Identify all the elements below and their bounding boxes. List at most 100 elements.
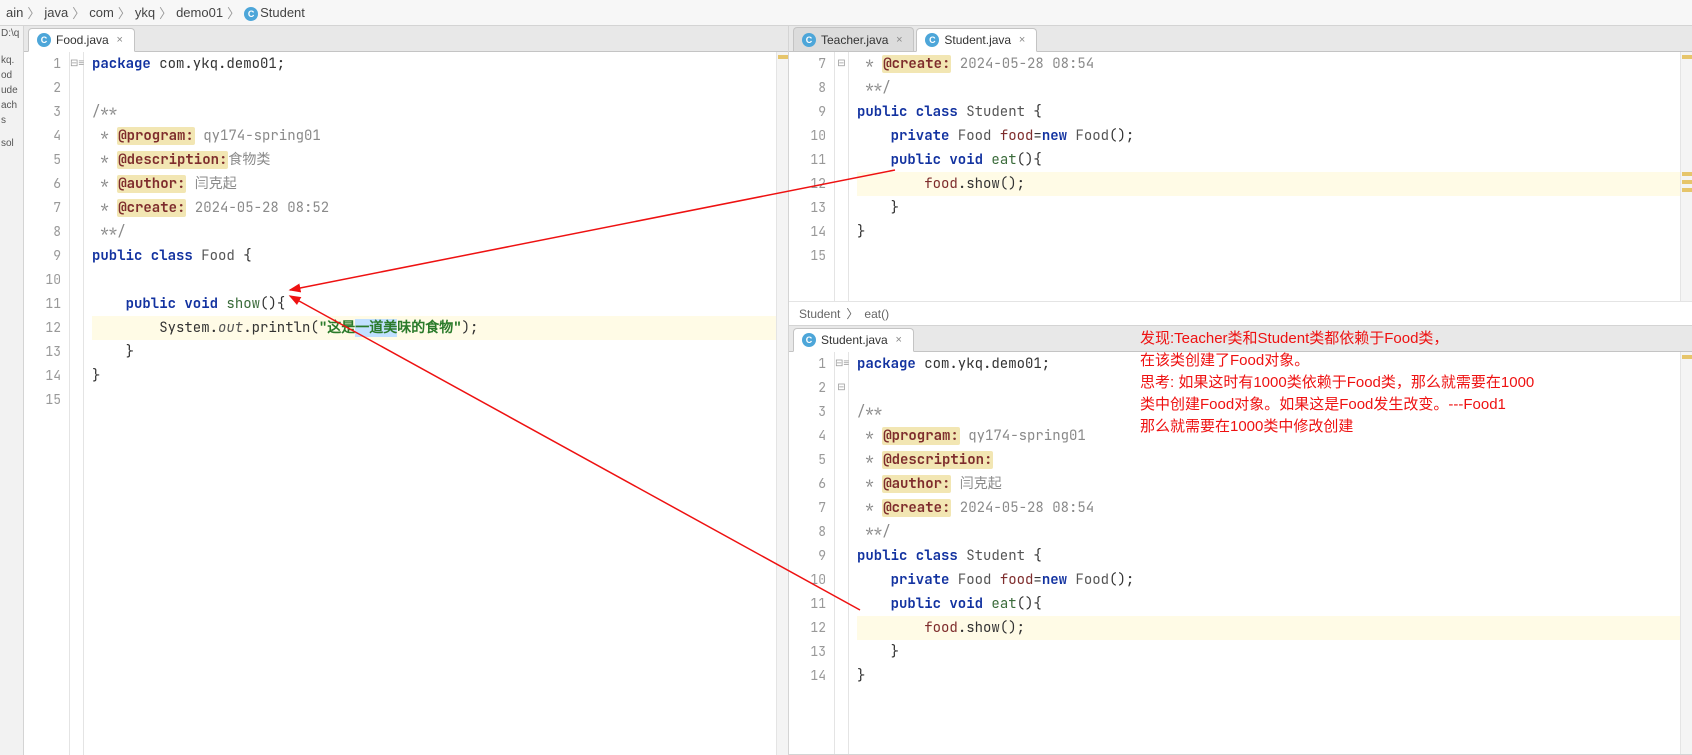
line-number[interactable]: 7 [24, 196, 61, 220]
close-icon[interactable]: × [893, 334, 905, 346]
breadcrumb-item[interactable]: demo01 [176, 5, 223, 20]
code-line[interactable]: } [857, 640, 1680, 664]
line-number[interactable]: 5 [24, 148, 61, 172]
line-number[interactable]: 9 [789, 100, 826, 124]
code-line[interactable]: * @create: 2024-05-28 08:54 [857, 52, 1680, 76]
line-number[interactable]: 10 [789, 124, 826, 148]
tab[interactable]: CTeacher.java× [793, 27, 914, 51]
close-icon[interactable]: × [1016, 34, 1028, 46]
code-line[interactable] [857, 244, 1680, 268]
code-line[interactable]: * @program: qy174-spring01 [857, 424, 1680, 448]
fold-marker[interactable]: ⊟ [835, 52, 848, 76]
line-number[interactable]: 3 [24, 100, 61, 124]
code-line[interactable] [92, 268, 776, 292]
line-number[interactable]: 6 [789, 472, 826, 496]
editor-breadcrumb-right-top[interactable]: Student〉eat() [789, 301, 1692, 325]
line-number[interactable]: 5 [789, 448, 826, 472]
code-line[interactable]: } [92, 364, 776, 388]
code-line[interactable]: package com.ykq.demo01; [857, 352, 1680, 376]
close-icon[interactable]: × [114, 34, 126, 46]
line-number[interactable]: 13 [789, 640, 826, 664]
breadcrumb-item[interactable]: ykq [135, 5, 155, 20]
fold-marker[interactable]: ⊟≡ [835, 352, 848, 376]
line-number[interactable]: 8 [789, 520, 826, 544]
line-number[interactable]: 14 [789, 664, 826, 688]
close-icon[interactable]: × [893, 34, 905, 46]
code-line[interactable]: public class Student { [857, 100, 1680, 124]
code-line[interactable]: * @description:食物类 [92, 148, 776, 172]
line-number[interactable]: 1 [24, 52, 61, 76]
line-number[interactable]: 1 [789, 352, 826, 376]
code-line[interactable]: * @program: qy174-spring01 [92, 124, 776, 148]
code-line[interactable]: package com.ykq.demo01; [92, 52, 776, 76]
fold-marker[interactable]: ⊟≡ [70, 52, 83, 76]
code-line[interactable]: System.out.println("这是一道美味的食物"); [92, 316, 776, 340]
line-number[interactable]: 12 [789, 172, 826, 196]
code-line[interactable]: * @author: 闫克起 [857, 472, 1680, 496]
line-number[interactable]: 7 [789, 52, 826, 76]
code-line[interactable]: } [857, 220, 1680, 244]
tab[interactable]: CStudent.java× [793, 328, 914, 352]
tab[interactable]: CFood.java× [28, 28, 135, 52]
line-number[interactable]: 9 [789, 544, 826, 568]
breadcrumb-item[interactable]: CStudent [244, 5, 305, 21]
code-line[interactable]: * @create: 2024-05-28 08:54 [857, 496, 1680, 520]
code-line[interactable]: public class Food { [92, 244, 776, 268]
code-line[interactable]: * @description: [857, 448, 1680, 472]
line-number[interactable]: 2 [24, 76, 61, 100]
line-number[interactable]: 4 [789, 424, 826, 448]
code-line[interactable]: } [92, 340, 776, 364]
line-number[interactable]: 6 [24, 172, 61, 196]
code-line[interactable]: /** [857, 400, 1680, 424]
line-number[interactable]: 3 [789, 400, 826, 424]
code-right-bottom[interactable]: 1234567891011121314 ⊟≡⊟ package com.ykq.… [789, 352, 1692, 754]
line-number[interactable]: 14 [24, 364, 61, 388]
line-number[interactable]: 12 [789, 616, 826, 640]
code-right-top[interactable]: 789101112131415 ⊟ * @create: 2024-05-28 … [789, 52, 1692, 301]
line-number[interactable]: 7 [789, 496, 826, 520]
code-line[interactable]: private Food food=new Food(); [857, 568, 1680, 592]
code-left[interactable]: 123456789101112131415 ⊟≡ package com.ykq… [24, 52, 788, 755]
code-line[interactable]: /** [92, 100, 776, 124]
breadcrumb[interactable]: ain〉java〉com〉ykq〉demo01〉CStudent [0, 0, 1692, 26]
line-number[interactable]: 11 [789, 592, 826, 616]
breadcrumb-item[interactable]: java [44, 5, 68, 20]
line-number[interactable]: 14 [789, 220, 826, 244]
code-line[interactable]: **/ [857, 76, 1680, 100]
code-line[interactable]: * @create: 2024-05-28 08:52 [92, 196, 776, 220]
line-number[interactable]: 10 [24, 268, 61, 292]
tab[interactable]: CStudent.java× [916, 28, 1037, 52]
code-line[interactable]: * @author: 闫克起 [92, 172, 776, 196]
line-number[interactable]: 9 [24, 244, 61, 268]
code-line[interactable]: private Food food=new Food(); [857, 124, 1680, 148]
code-line[interactable]: **/ [92, 220, 776, 244]
code-line[interactable] [92, 388, 776, 412]
code-line[interactable]: public void show(){ [92, 292, 776, 316]
code-line[interactable] [857, 376, 1680, 400]
code-line[interactable]: **/ [857, 520, 1680, 544]
code-line[interactable]: public class Student { [857, 544, 1680, 568]
line-number[interactable]: 13 [789, 196, 826, 220]
code-line[interactable]: food.show(); [857, 616, 1680, 640]
line-number[interactable]: 8 [24, 220, 61, 244]
line-number[interactable]: 2 [789, 376, 826, 400]
editor-breadcrumb-item[interactable]: Student [799, 307, 840, 321]
code-line[interactable]: public void eat(){ [857, 592, 1680, 616]
fold-marker[interactable]: ⊟ [835, 376, 848, 400]
line-number[interactable]: 12 [24, 316, 61, 340]
line-number[interactable]: 10 [789, 568, 826, 592]
line-number[interactable]: 11 [789, 148, 826, 172]
editor-breadcrumb-item[interactable]: eat() [864, 307, 889, 321]
code-line[interactable]: food.show(); [857, 172, 1680, 196]
code-line[interactable] [92, 76, 776, 100]
line-number[interactable]: 15 [789, 244, 826, 268]
breadcrumb-item[interactable]: com [89, 5, 114, 20]
code-line[interactable]: } [857, 664, 1680, 688]
line-number[interactable]: 4 [24, 124, 61, 148]
line-number[interactable]: 13 [24, 340, 61, 364]
line-number[interactable]: 8 [789, 76, 826, 100]
code-line[interactable]: } [857, 196, 1680, 220]
code-line[interactable]: public void eat(){ [857, 148, 1680, 172]
breadcrumb-item[interactable]: ain [6, 5, 23, 20]
line-number[interactable]: 11 [24, 292, 61, 316]
